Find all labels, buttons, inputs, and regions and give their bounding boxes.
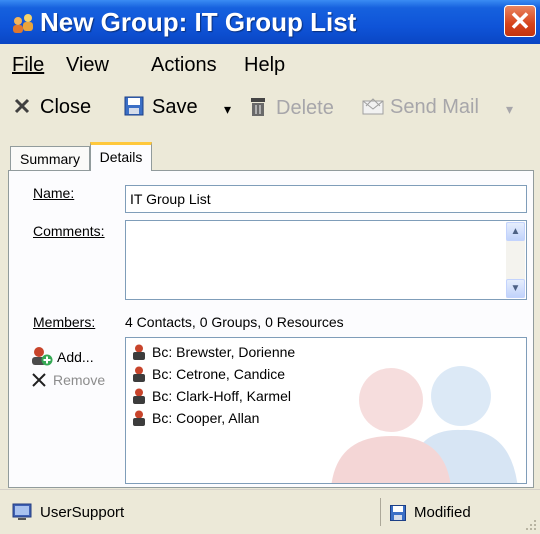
window-title: New Group: IT Group List [40, 7, 357, 37]
add-member-label: Add... [57, 349, 94, 365]
contact-icon [133, 410, 145, 426]
comments-field[interactable]: ▲ ▼ [125, 220, 527, 300]
send-mail-label: Send Mail [390, 96, 479, 118]
group-icon [13, 14, 33, 33]
scroll-up-button[interactable]: ▲ [506, 222, 525, 241]
close-button[interactable]: Close [14, 96, 91, 119]
name-field[interactable]: IT Group List [125, 185, 527, 213]
menu-actions-label: Actions [151, 54, 217, 76]
group-watermark-icon [331, 366, 518, 483]
menu-help-label: Help [244, 54, 286, 76]
comments-label: Comments: [33, 223, 105, 239]
floppy-disk-icon [124, 96, 144, 116]
member-label: Bc: Cetrone, Candice [152, 366, 286, 382]
save-options-dropdown[interactable]: ▾ [224, 101, 231, 118]
save-button[interactable]: Save [124, 96, 198, 119]
computer-icon [12, 503, 32, 520]
delete-button[interactable]: Delete [248, 96, 334, 120]
status-bar: UserSupport Modified [0, 489, 540, 534]
envelope-icon [362, 98, 384, 115]
remove-x-icon [32, 373, 46, 387]
members-label: Members: [33, 314, 95, 330]
comments-label-text: Comments: [33, 223, 105, 239]
comments-scrollbar[interactable]: ▲ ▼ [506, 222, 525, 298]
delete-label: Delete [276, 97, 334, 119]
save-label: Save [152, 96, 198, 118]
menu-file[interactable]: File [12, 54, 44, 77]
floppy-disk-icon [390, 505, 406, 521]
send-mail-button[interactable]: Send Mail [362, 96, 479, 119]
list-item[interactable]: Bc: Cetrone, Candice [132, 366, 285, 382]
list-item[interactable]: Bc: Clark-Hoff, Karmel [132, 388, 291, 404]
member-list[interactable]: Bc: Brewster, Dorienne Bc: Cetrone, Cand… [125, 337, 527, 484]
tab-details[interactable]: Details [90, 142, 152, 171]
status-mailbox: UserSupport [40, 504, 125, 521]
tab-area: Summary Details Name: IT Group List Comm… [0, 134, 540, 489]
name-label-text: Name: [33, 185, 75, 201]
members-label-text: Members: [33, 314, 96, 330]
details-panel: Name: IT Group List Comments: ▲ ▼ Member… [8, 170, 534, 488]
remove-member-label: Remove [53, 372, 106, 388]
menu-help[interactable]: Help [244, 54, 285, 77]
title-bar[interactable]: New Group: IT Group List ✕ [0, 0, 540, 44]
toolbar: Close Save ▾ Delete Send Mail ▾ [0, 84, 540, 134]
menu-view[interactable]: View [66, 54, 109, 77]
members-summary: 4 Contacts, 0 Groups, 0 Resources [125, 314, 344, 330]
contact-icon [133, 388, 145, 404]
window-close-button[interactable]: ✕ [504, 5, 536, 37]
add-member-button[interactable]: Add... [31, 346, 94, 366]
scroll-down-button[interactable]: ▼ [506, 279, 525, 298]
member-label: Bc: Clark-Hoff, Karmel [152, 388, 291, 404]
menu-file-label: File [12, 54, 45, 76]
tab-details-label: Details [99, 149, 143, 165]
status-modified: Modified [414, 504, 471, 521]
trash-can-icon [251, 98, 265, 116]
resize-grip-icon[interactable] [524, 518, 538, 532]
close-icon [14, 98, 30, 114]
member-label: Bc: Cooper, Allan [152, 410, 260, 426]
send-mail-dropdown[interactable]: ▾ [506, 101, 513, 118]
list-item[interactable]: Bc: Cooper, Allan [132, 410, 259, 426]
member-label: Bc: Brewster, Dorienne [152, 344, 296, 360]
tab-summary-label: Summary [20, 151, 80, 167]
status-divider [380, 498, 381, 526]
remove-member-button[interactable]: Remove [31, 372, 105, 388]
contact-icon [133, 366, 145, 382]
tab-summary[interactable]: Summary [10, 146, 90, 170]
contact-icon [133, 344, 145, 360]
name-label: Name: [33, 185, 74, 201]
menu-view-label: View [66, 54, 109, 76]
list-item[interactable]: Bc: Brewster, Dorienne [132, 344, 295, 360]
menu-actions[interactable]: Actions [151, 54, 217, 77]
menu-bar: File View Actions Help [0, 44, 540, 84]
add-contact-icon [32, 347, 53, 366]
close-label: Close [40, 96, 92, 118]
